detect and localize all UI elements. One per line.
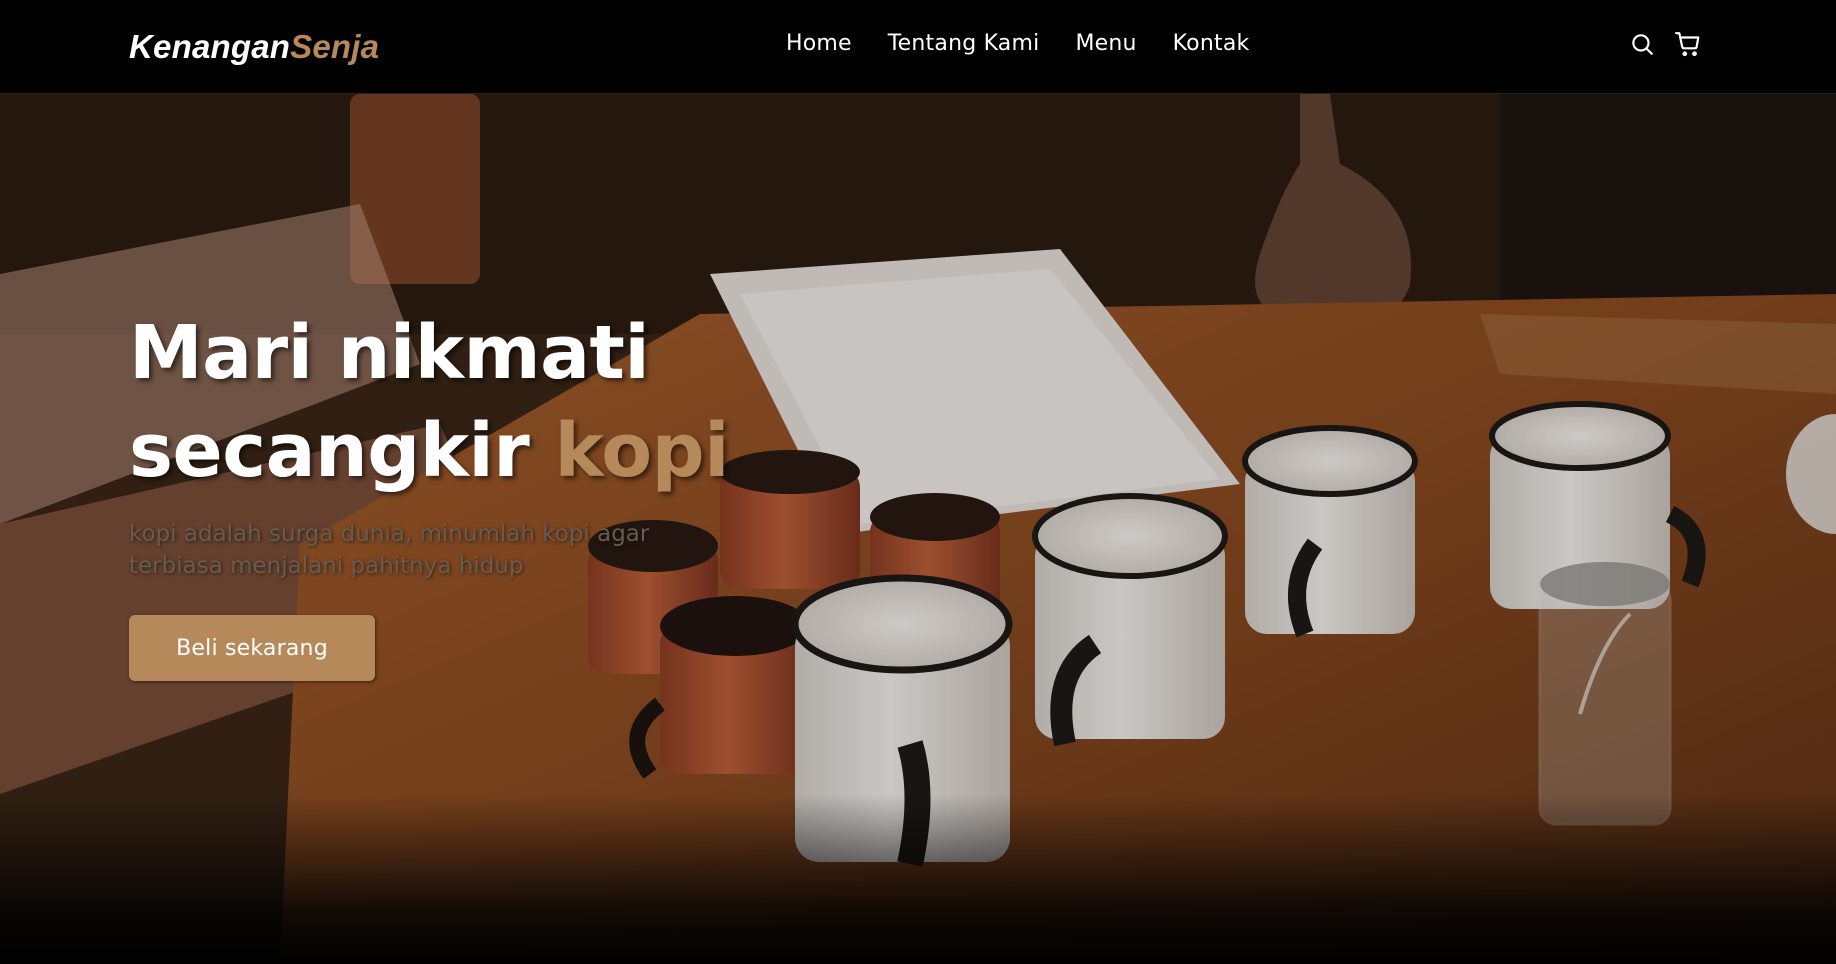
search-icon[interactable]	[1629, 31, 1655, 57]
buy-now-button[interactable]: Beli sekarang	[129, 615, 375, 681]
hero-section: Mari nikmati secangkir kopi kopi adalah …	[0, 94, 1836, 964]
hero-title-line1: Mari nikmati	[129, 310, 650, 396]
hero-title-accent: kopi	[554, 408, 730, 494]
hero-title-line2: secangkir	[129, 408, 555, 494]
hero-bottom-fade	[0, 794, 1836, 964]
nav-icons	[1629, 31, 1701, 57]
brand-logo-part1: Kenangan	[129, 28, 291, 65]
hero-subtitle: kopi adalah surga dunia, minumlah kopi a…	[129, 521, 650, 579]
brand-logo-part2: Senja	[290, 28, 380, 65]
nav-links: Home Tentang Kami Menu Kontak	[786, 28, 1249, 58]
hero-content: Mari nikmati secangkir kopi kopi adalah …	[129, 304, 829, 681]
nav-link-kontak[interactable]: Kontak	[1173, 31, 1250, 56]
shopping-cart-icon[interactable]	[1675, 31, 1701, 57]
navbar: KenanganSenja Home Tentang Kami Menu Kon…	[0, 0, 1836, 94]
hero-title: Mari nikmati secangkir kopi	[129, 304, 829, 500]
brand-logo[interactable]: KenanganSenja	[129, 28, 379, 66]
nav-link-menu[interactable]: Menu	[1075, 31, 1136, 56]
nav-link-tentang-kami[interactable]: Tentang Kami	[888, 31, 1040, 56]
nav-link-home[interactable]: Home	[786, 31, 852, 56]
